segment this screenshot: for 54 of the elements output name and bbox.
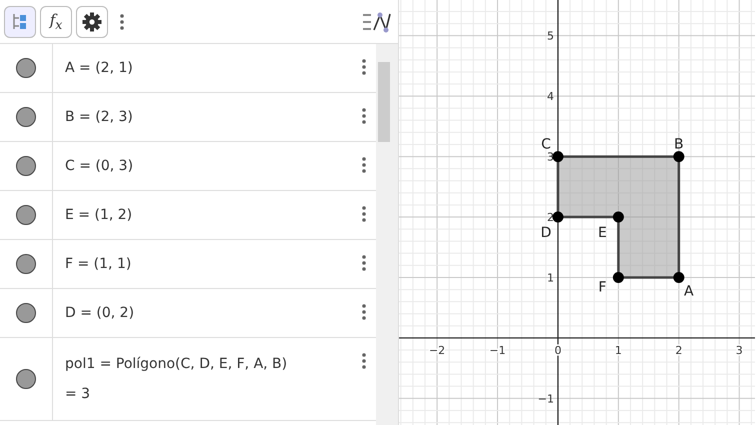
tick-label: 3 [546,150,554,164]
point-label: C [541,136,551,153]
tick-label: 2 [546,211,554,224]
visibility-toggle[interactable] [16,156,36,176]
tick-label: −1 [538,392,554,406]
algebra-expression[interactable]: pol1 = Polígono(C, D, E, F, A, B) [65,356,352,372]
algebra-input-button[interactable]: f$_{x}$ [40,6,72,38]
tick-label: −1 [489,344,506,357]
more-icon [362,206,366,222]
algebra-expression[interactable]: A = (2, 1) [65,60,352,76]
graphics-view-icon[interactable] [362,10,392,34]
settings-icon [82,12,102,32]
point-label: A [684,284,694,300]
point-marker[interactable] [673,151,684,162]
visibility-toggle[interactable] [16,58,36,78]
point-marker[interactable] [552,212,564,223]
point-label: F [598,280,606,296]
point-label: D [540,225,552,242]
more-icon [362,108,366,124]
more-icon [120,14,124,30]
algebra-expression[interactable]: E = (1, 2) [65,207,352,223]
algebra-expression[interactable]: F = (1, 1) [65,256,352,272]
tick-label: 1 [614,344,622,357]
algebra-expression[interactable]: B = (2, 3) [65,109,352,125]
more-icon [362,255,366,271]
algebra-expression[interactable]: D = (0, 2) [65,305,352,321]
algebra-expression[interactable]: C = (0, 3) [65,158,352,174]
point-label: E [598,225,607,242]
visibility-toggle[interactable] [16,205,36,225]
point-marker[interactable] [673,272,684,283]
view-toggle-button[interactable] [4,6,36,38]
visibility-toggle[interactable] [16,369,36,389]
algebra-result: = 3 [65,386,92,402]
tick-label: 4 [546,90,554,104]
visibility-toggle[interactable] [16,107,36,127]
tick-label: 3 [736,344,743,357]
more-icon [362,353,366,369]
point-marker[interactable] [552,151,564,162]
tick-label: 2 [675,344,682,357]
visibility-toggle[interactable] [16,303,36,323]
point-label: B [674,136,684,153]
tick-label: −2 [428,344,446,357]
more-icon [362,157,366,173]
tree-view-icon [12,12,28,30]
more-icon [362,59,366,75]
point-marker[interactable] [612,272,624,283]
polygon-shape[interactable] [556,155,680,279]
settings-button[interactable] [76,6,108,38]
visibility-toggle[interactable] [16,254,36,274]
tick-label: 1 [546,272,554,284]
scrollbar-thumb[interactable] [378,62,390,142]
tick-label: 5 [546,30,554,43]
point-marker[interactable] [612,212,624,223]
more-icon [362,304,366,320]
